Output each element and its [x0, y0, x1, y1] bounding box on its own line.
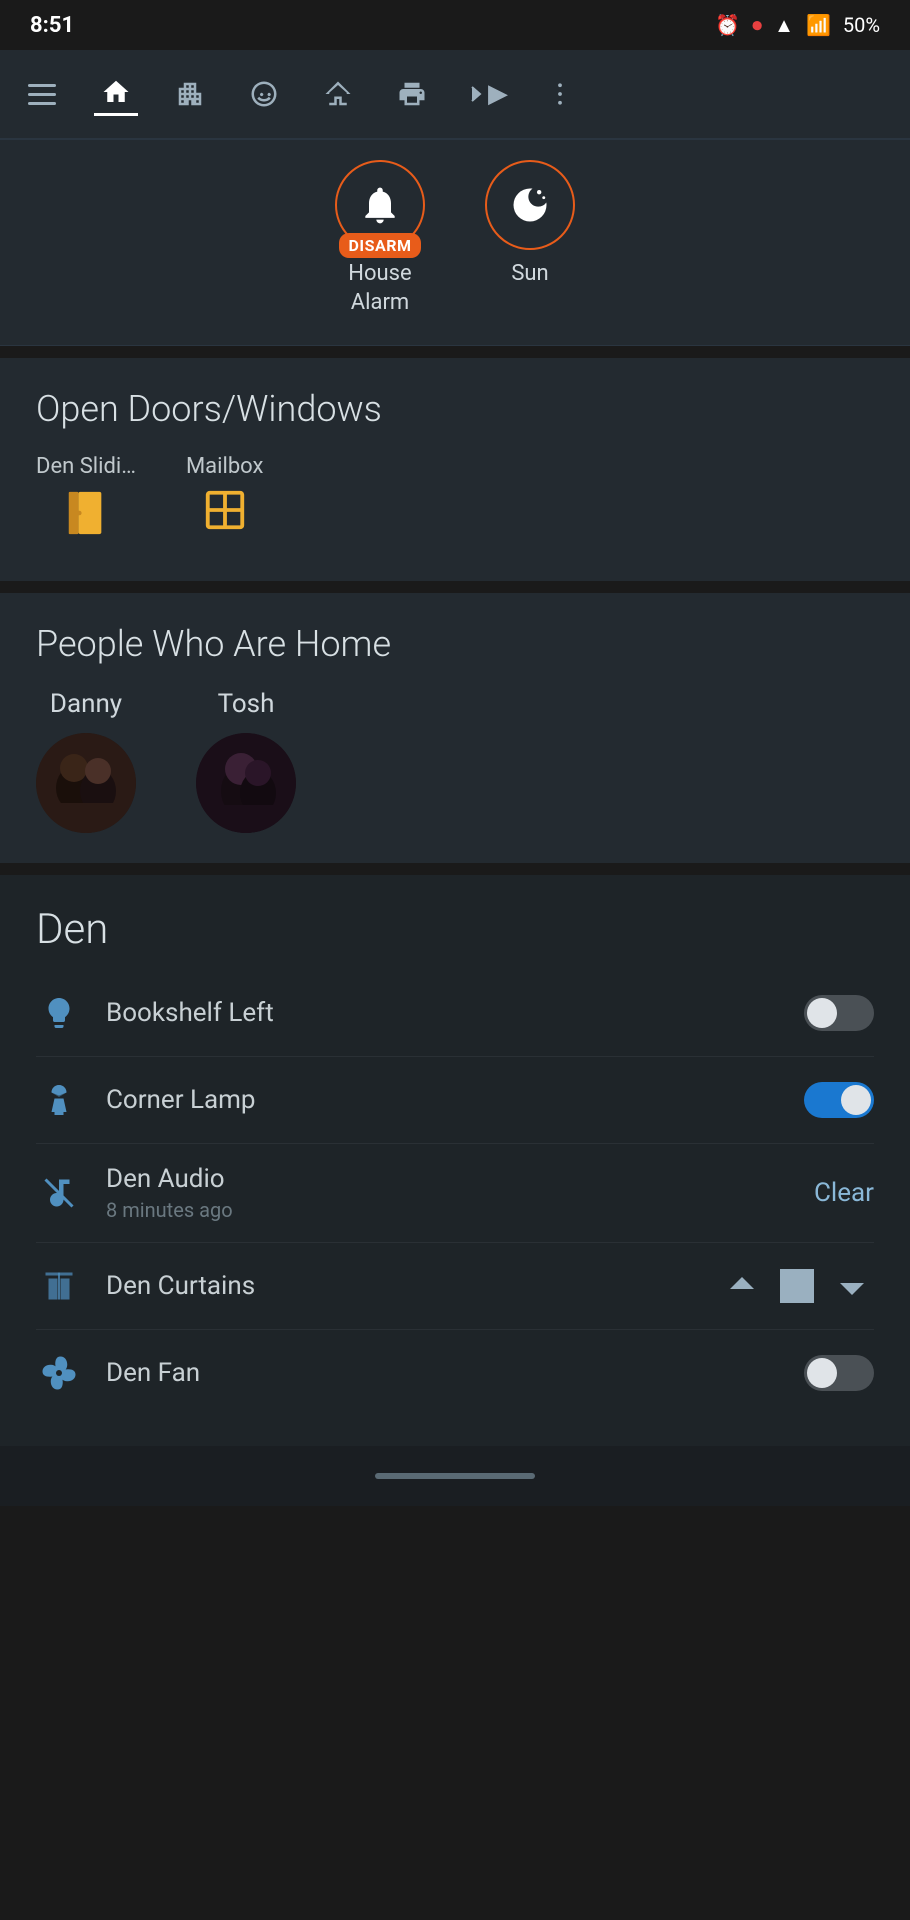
den-curtains-name: Den Curtains — [106, 1271, 696, 1301]
corner-lamp-name: Corner Lamp — [106, 1085, 780, 1115]
curtain-down-button[interactable] — [830, 1264, 874, 1308]
status-bar: 8:51 ⏰ ⏺ ▲ 📶 50% — [0, 0, 910, 50]
window-icon — [202, 487, 248, 545]
alarm-label: House Alarm — [348, 260, 411, 317]
print-icon — [397, 79, 427, 109]
bottom-bar — [0, 1446, 910, 1506]
tosh-name: Tosh — [218, 689, 275, 719]
people-list: Danny Tosh — [36, 689, 874, 833]
sun-mode-button[interactable]: Sun — [485, 160, 575, 317]
den-audio-sub: 8 minutes ago — [106, 1198, 790, 1222]
nav-more-button[interactable] — [538, 72, 582, 116]
door-item-mailbox[interactable]: Mailbox — [186, 454, 263, 545]
nav-bar: ▶ — [0, 50, 910, 140]
people-home-section: People Who Are Home Danny Tosh — [0, 593, 910, 863]
den-curtains-info: Den Curtains — [106, 1271, 696, 1301]
face-icon — [249, 79, 279, 109]
bookshelf-left-info: Bookshelf Left — [106, 998, 780, 1028]
nav-face-button[interactable] — [242, 72, 286, 116]
curtain-controls — [720, 1264, 874, 1308]
bulb-icon — [36, 990, 82, 1036]
disarm-badge: DISARM — [339, 233, 422, 258]
fan-icon — [36, 1350, 82, 1396]
nav-icons: ▶ — [20, 72, 582, 116]
danny-name: Danny — [50, 689, 122, 719]
person-tosh[interactable]: Tosh — [196, 689, 296, 833]
device-den-audio: Den Audio 8 minutes ago Clear — [36, 1144, 874, 1243]
toggle-knob — [807, 998, 837, 1028]
toggle-knob-fan — [807, 1358, 837, 1388]
nav-home-button[interactable] — [94, 72, 138, 116]
danny-avatar — [36, 733, 136, 833]
door-items-list: Den Slidi… Mailbox — [36, 454, 874, 551]
mailbox-label: Mailbox — [186, 454, 263, 479]
tosh-avatar — [196, 733, 296, 833]
curtains-icon — [36, 1263, 82, 1309]
den-audio-info: Den Audio 8 minutes ago — [106, 1164, 790, 1222]
door-svg-icon — [63, 487, 109, 539]
quick-actions-row: DISARM House Alarm Sun — [0, 140, 910, 346]
tosh-avatar-img — [196, 733, 296, 833]
den-fan-info: Den Fan — [106, 1358, 780, 1388]
sun-circle — [485, 160, 575, 250]
record-icon: ⏺ — [752, 13, 762, 37]
lamp-icon — [36, 1077, 82, 1123]
people-home-title: People Who Are Home — [36, 623, 874, 665]
den-title: Den — [36, 905, 874, 954]
open-doors-section: Open Doors/Windows Den Slidi… Mailbox — [0, 358, 910, 581]
home-icon — [101, 77, 131, 107]
den-audio-clear-button[interactable]: Clear — [814, 1178, 874, 1208]
more-dots-icon — [545, 79, 575, 109]
curtain-up-button[interactable] — [720, 1264, 764, 1308]
nav-print-button[interactable] — [390, 72, 434, 116]
person-danny[interactable]: Danny — [36, 689, 136, 833]
toggle-knob-on — [841, 1085, 871, 1115]
device-corner-lamp: Corner Lamp — [36, 1057, 874, 1144]
window-svg-icon — [202, 487, 248, 533]
corner-lamp-info: Corner Lamp — [106, 1085, 780, 1115]
den-door-label: Den Slidi… — [36, 454, 136, 479]
battery-icon: 50% — [843, 13, 880, 37]
wifi-icon: ▲ — [774, 13, 794, 38]
curtain-stop-button[interactable] — [780, 1269, 814, 1303]
device-den-fan: Den Fan — [36, 1330, 874, 1416]
bookshelf-left-toggle[interactable] — [804, 995, 874, 1031]
door-open-icon — [63, 487, 109, 551]
building-icon — [175, 79, 205, 109]
house2-icon — [323, 79, 353, 109]
house-alarm-button[interactable]: DISARM House Alarm — [335, 160, 425, 317]
nav-next-button[interactable]: ▶ — [464, 72, 508, 116]
nav-menu-button[interactable] — [20, 72, 64, 116]
alarm-circle: DISARM — [335, 160, 425, 250]
sun-label: Sun — [511, 260, 548, 289]
bookshelf-left-name: Bookshelf Left — [106, 998, 780, 1028]
home-indicator — [375, 1473, 535, 1479]
status-time: 8:51 — [30, 13, 74, 38]
signal-icon: 📶 — [806, 13, 831, 37]
open-doors-title: Open Doors/Windows — [36, 388, 874, 430]
device-bookshelf-left: Bookshelf Left — [36, 970, 874, 1057]
hamburger-icon — [28, 84, 56, 105]
device-den-curtains: Den Curtains — [36, 1243, 874, 1330]
bell-icon — [358, 183, 402, 227]
audio-icon — [36, 1170, 82, 1216]
arrow-right-icon — [464, 79, 488, 109]
den-audio-name: Den Audio — [106, 1164, 790, 1194]
alarm-icon: ⏰ — [715, 13, 740, 37]
den-fan-toggle[interactable] — [804, 1355, 874, 1391]
nav-building-button[interactable] — [168, 72, 212, 116]
nav-house2-button[interactable] — [316, 72, 360, 116]
door-item-den[interactable]: Den Slidi… — [36, 454, 136, 551]
corner-lamp-toggle[interactable] — [804, 1082, 874, 1118]
den-section: Den Bookshelf Left Corner Lamp — [0, 875, 910, 1446]
den-fan-name: Den Fan — [106, 1358, 780, 1388]
moon-star-icon — [508, 183, 552, 227]
status-icons: ⏰ ⏺ ▲ 📶 50% — [715, 13, 880, 38]
danny-avatar-img — [36, 733, 136, 833]
